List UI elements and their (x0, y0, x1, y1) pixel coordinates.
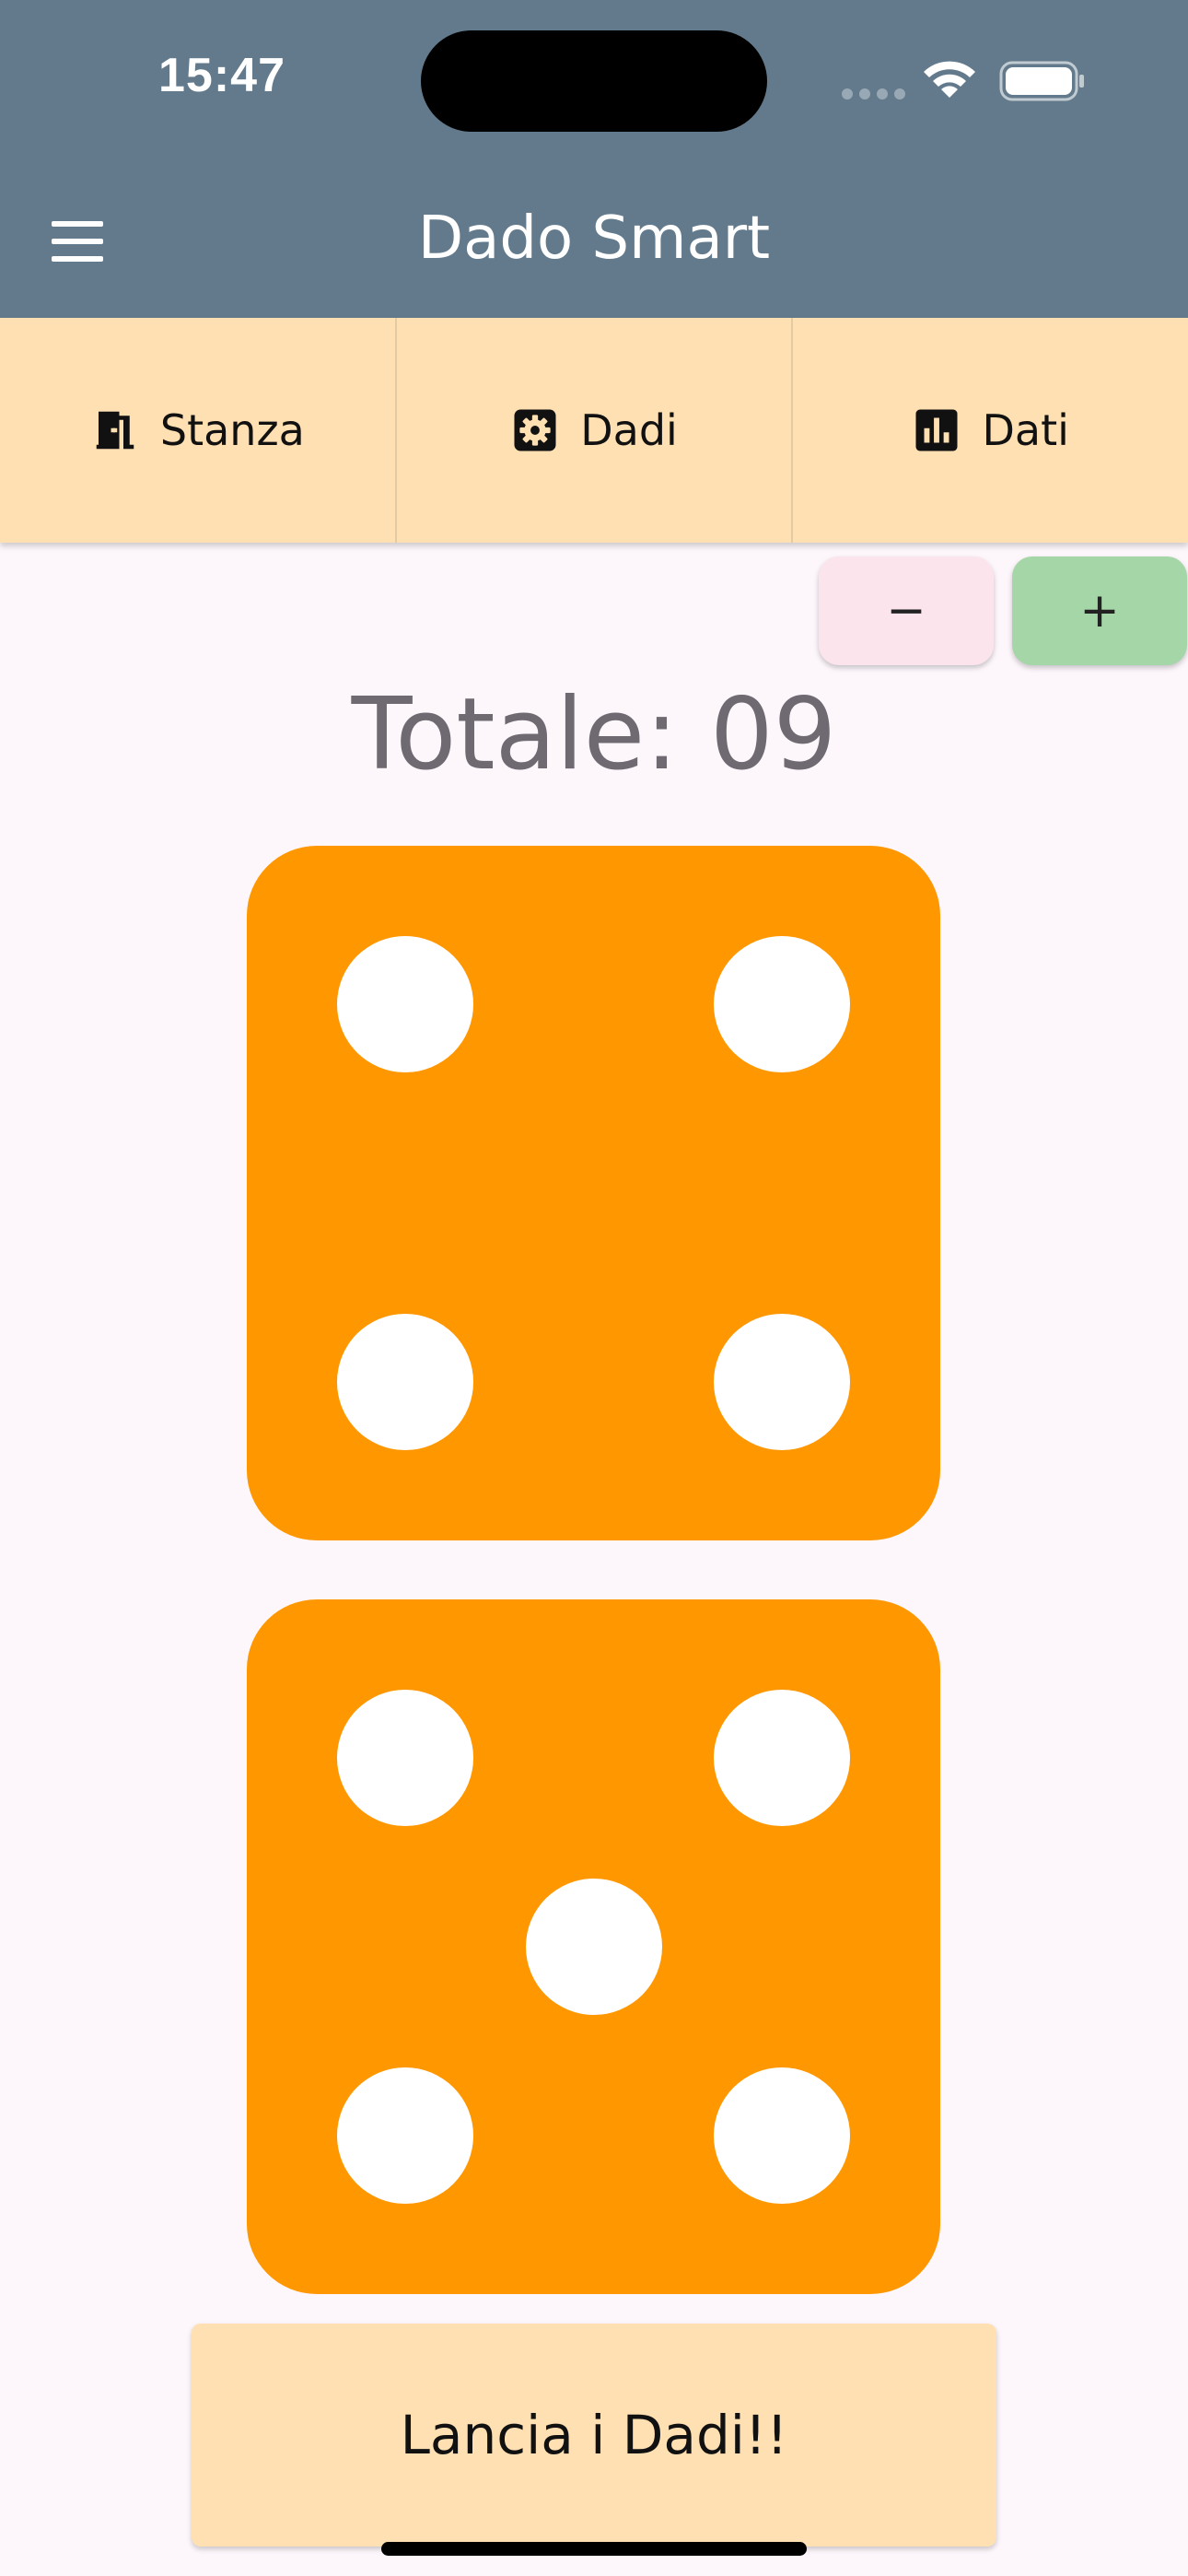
dynamic-island (421, 30, 767, 132)
battery-icon (999, 61, 1084, 101)
home-indicator[interactable] (381, 2542, 807, 2556)
total-label: Totale: 09 (351, 677, 837, 792)
die-pip (714, 2067, 850, 2204)
tab-bar: Stanza Dadi Dati (0, 318, 1188, 543)
bar-chart-icon (915, 409, 958, 451)
gear-icon (514, 409, 556, 451)
remove-die-button[interactable]: − (819, 556, 994, 665)
cellular-signal-icon (842, 88, 905, 100)
die-pip (337, 2067, 473, 2204)
door-icon (96, 411, 134, 450)
die-pip (714, 1690, 850, 1826)
tab-dati-label: Dati (982, 405, 1069, 455)
tab-stanza[interactable]: Stanza (0, 318, 397, 543)
tab-stanza-label: Stanza (159, 405, 305, 455)
die-pip (526, 1879, 662, 2015)
wifi-icon (924, 61, 975, 98)
app-title: Dado Smart (417, 205, 771, 273)
tab-dadi-label: Dadi (580, 405, 678, 455)
die-1[interactable] (247, 846, 940, 1540)
roll-dice-button[interactable]: Lancia i Dadi!! (192, 2324, 996, 2547)
status-time: 15:47 (158, 49, 285, 102)
die-pip (337, 1314, 473, 1450)
die-pip (714, 1314, 850, 1450)
tab-dadi[interactable]: Dadi (397, 318, 794, 543)
tab-dati[interactable]: Dati (793, 318, 1188, 543)
die-pip (337, 1690, 473, 1826)
add-die-button[interactable]: + (1012, 556, 1187, 665)
die-pip (714, 936, 850, 1072)
die-2[interactable] (247, 1599, 940, 2294)
die-pip (337, 936, 473, 1072)
